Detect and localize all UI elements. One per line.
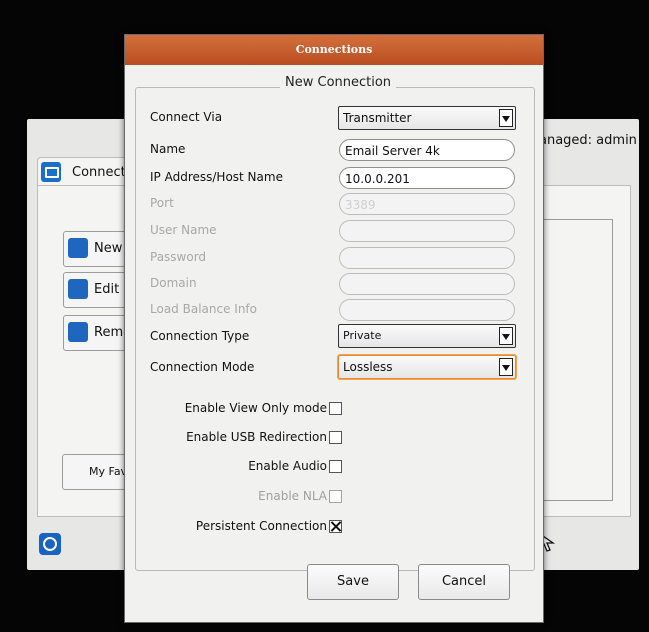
persistent-connection-label: Persistent Connection	[195, 519, 327, 533]
group-title: New Connection	[280, 75, 397, 90]
connection-mode-select[interactable]: Lossless	[338, 355, 516, 379]
user-name-label: User Name	[150, 223, 217, 237]
connect-via-select[interactable]: Transmitter	[338, 106, 516, 130]
gear-icon	[68, 279, 88, 299]
connection-mode-value: Lossless	[343, 360, 393, 374]
edit-button-label: Edit	[94, 282, 120, 297]
ip-address-label: IP Address/Host Name	[150, 170, 283, 184]
connection-type-value: Private	[343, 329, 382, 342]
tab-connections-label: Connecti	[72, 165, 130, 180]
domain-label: Domain	[150, 276, 197, 290]
persistent-connection-checkbox[interactable]	[329, 520, 342, 533]
save-button[interactable]: Save	[307, 564, 399, 600]
audio-label: Enable Audio	[248, 459, 327, 473]
password-field[interactable]	[339, 247, 515, 269]
dialog-title: Connections	[125, 35, 543, 65]
domain-field[interactable]	[339, 273, 515, 295]
password-label: Password	[150, 250, 207, 264]
chevron-down-icon	[499, 327, 513, 345]
chevron-down-icon	[499, 358, 513, 376]
managed-by-label: anaged: admin	[539, 133, 637, 148]
user-name-field[interactable]	[339, 220, 515, 242]
connections-list[interactable]	[537, 219, 613, 501]
connection-type-label: Connection Type	[150, 329, 250, 343]
connections-dialog: Connections New Connection Connect Via T…	[124, 34, 544, 623]
ip-address-field[interactable]: 10.0.0.201	[339, 167, 515, 189]
usb-redirection-checkbox[interactable]	[329, 431, 342, 444]
new-connection-icon	[68, 238, 88, 258]
port-label: Port	[150, 196, 174, 210]
favorites-button-label: My Fav	[89, 465, 128, 478]
connect-via-value: Transmitter	[343, 111, 412, 125]
connect-via-label: Connect Via	[150, 110, 223, 124]
load-balance-field[interactable]	[339, 299, 515, 321]
trash-icon	[68, 322, 88, 342]
nla-checkbox[interactable]	[329, 490, 342, 503]
info-icon[interactable]	[39, 533, 61, 555]
port-field[interactable]: 3389	[339, 193, 515, 215]
view-only-checkbox[interactable]	[329, 402, 342, 415]
chevron-down-icon	[499, 109, 513, 127]
connection-mode-label: Connection Mode	[150, 360, 255, 374]
nla-label: Enable NLA	[258, 489, 327, 503]
name-label: Name	[150, 142, 186, 156]
usb-redirection-label: Enable USB Redirection	[186, 430, 327, 444]
load-balance-label: Load Balance Info	[150, 302, 257, 316]
audio-checkbox[interactable]	[329, 460, 342, 473]
connection-type-select[interactable]: Private	[338, 324, 516, 348]
view-only-label: Enable View Only mode	[184, 401, 327, 415]
cancel-button[interactable]: Cancel	[418, 564, 510, 600]
name-field[interactable]: Email Server 4k	[339, 139, 515, 161]
connections-icon	[41, 162, 61, 182]
new-button-label: New	[94, 241, 123, 256]
